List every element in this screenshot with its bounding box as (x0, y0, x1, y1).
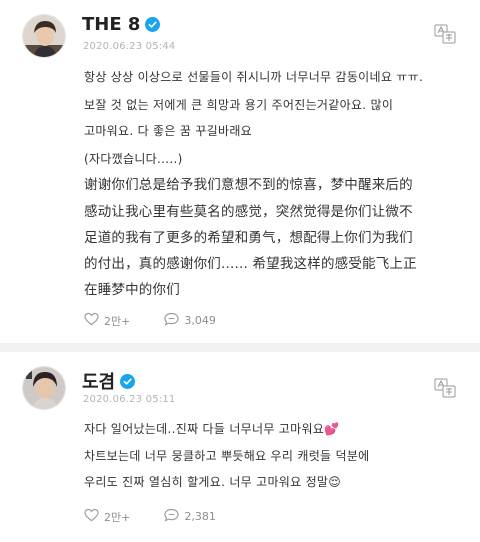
comment-bubble-icon (164, 312, 179, 329)
post-text-line: 在睡梦中的你们 (84, 282, 180, 298)
comment-button[interactable]: 3,049 (164, 312, 216, 329)
comment-bubble-icon (164, 508, 179, 525)
sparkling-heart-emoji: 💕 (324, 422, 340, 436)
translate-icon[interactable] (434, 24, 456, 44)
post-text-line: (자다깼습니다.....) (84, 152, 183, 166)
heart-icon (84, 312, 99, 329)
post-text-line: 항상 상상 이상으로 선물들이 쥐시니까 너무너무 감동이네요 ㅠㅠ. (84, 70, 424, 84)
post-text-line: 차트보는데 너무 뭉클하고 뿌듯해요 우리 캐럿들 덕분에 (84, 449, 370, 463)
translate-icon[interactable] (434, 378, 456, 398)
like-button[interactable]: 2만+ (84, 508, 130, 525)
post-divider (0, 343, 480, 352)
post-stats: 2만+ 3,049 (84, 312, 216, 329)
comment-button[interactable]: 2,381 (164, 508, 216, 525)
post-text-line: 谢谢你们总是给予我们意想不到的惊喜，梦中醒来后的 (84, 177, 413, 193)
timestamp: 2020.06.23 05:11 (83, 394, 176, 405)
avatar[interactable] (22, 14, 66, 58)
post: THE 8 2020.06.23 05:44 항상 상상 이상으로 선물들이 쥐… (0, 0, 480, 340)
timestamp: 2020.06.23 05:44 (83, 41, 176, 52)
author-name-row[interactable]: THE 8 (82, 14, 161, 35)
verified-badge-icon (145, 17, 161, 32)
post-text-line: 보잘 것 없는 저에게 큰 희망과 용기 주어진는거같아요. 많이 (84, 98, 394, 112)
post-text-line: 的付出，真的感谢你们...... 希望我这样的感受能飞上正 (84, 256, 417, 272)
comment-count: 2,381 (184, 510, 216, 523)
post-text-line: 고마워요. 다 좋은 꿈 꾸길바래요 (84, 124, 252, 138)
post: 도겸 2020.06.23 05:11 자다 일어났는데..진짜 다들 너무너무… (0, 352, 480, 542)
relieved-face-emoji: 😌 (328, 475, 342, 489)
post-text-line: 우리도 진짜 열심히 할게요. 너무 고마워요 정말😌 (84, 473, 341, 490)
avatar[interactable] (22, 366, 66, 410)
post-text-line: 感动让我心里有些莫名的感觉，突然觉得是你们让微不 (84, 204, 413, 220)
post-stats: 2만+ 2,381 (84, 508, 216, 525)
author-name-row[interactable]: 도겸 (82, 368, 136, 394)
author-name[interactable]: 도겸 (82, 368, 115, 394)
post-text: 우리도 진짜 열심히 할게요. 너무 고마워요 정말 (84, 475, 329, 489)
heart-icon (84, 508, 99, 525)
post-text-line: 자다 일어났는데..진짜 다들 너무너무 고마워요💕 (84, 420, 339, 437)
post-text-line: 足道的我有了更多的希望和勇气，想配得上你们为我们 (84, 230, 413, 246)
verified-badge-icon (120, 373, 136, 389)
author-name[interactable]: THE 8 (82, 14, 140, 35)
comment-count: 3,049 (184, 314, 216, 327)
like-count: 2만+ (104, 510, 131, 524)
like-button[interactable]: 2만+ (84, 312, 130, 329)
like-count: 2만+ (104, 314, 131, 328)
post-text: 자다 일어났는데..진짜 다들 너무너무 고마워요 (84, 422, 325, 436)
